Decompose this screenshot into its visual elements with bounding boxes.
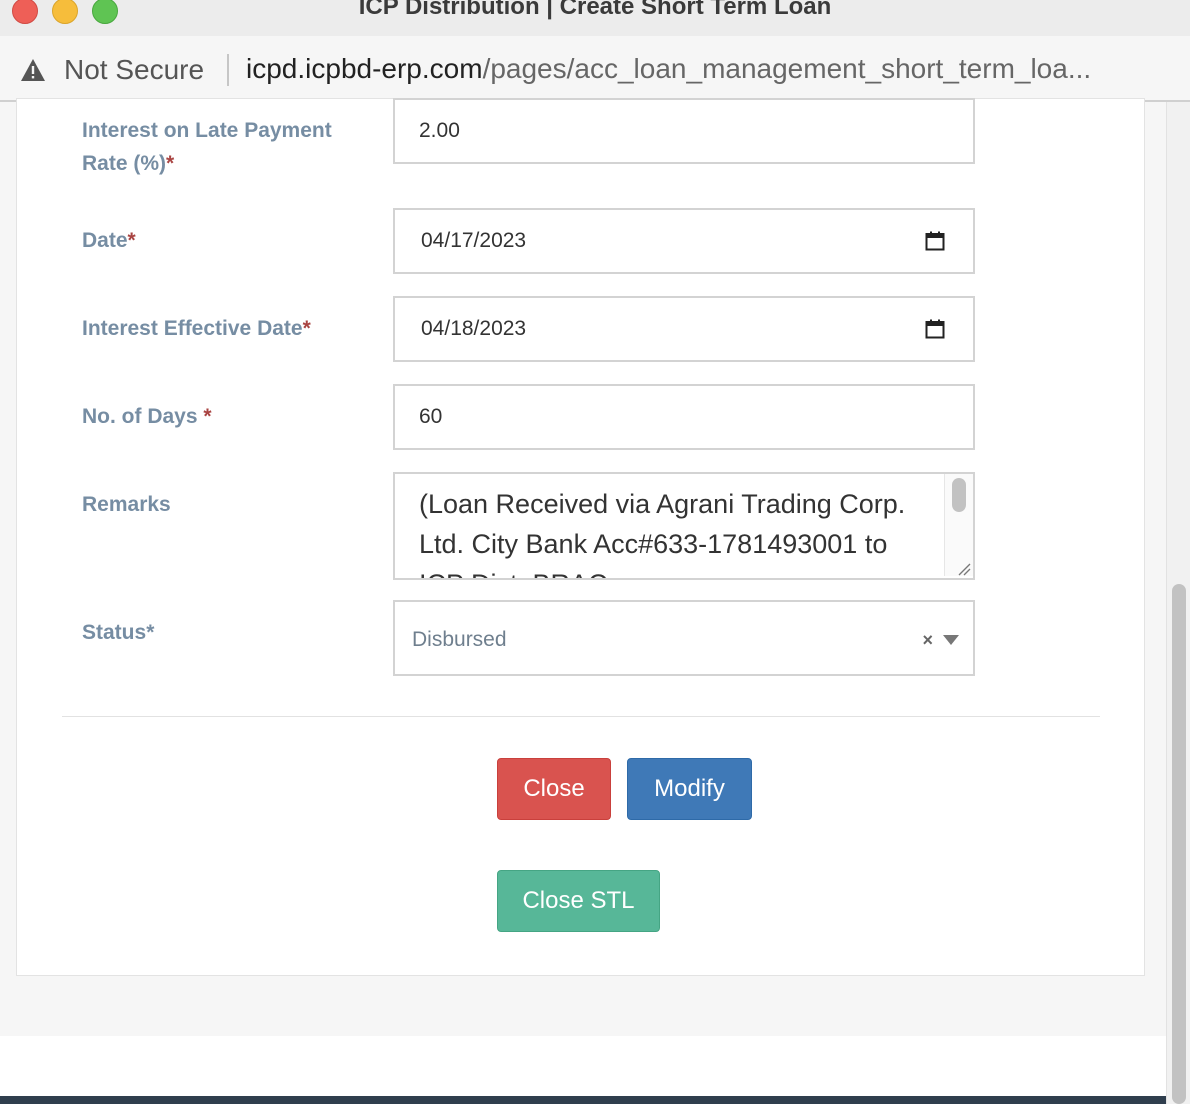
no-of-days-label: No. of Days * (82, 400, 212, 433)
warning-triangle-icon (21, 59, 45, 81)
url-text[interactable]: icpd.icpbd-erp.com/pages/acc_loan_manage… (246, 53, 1091, 85)
no-of-days-label-text: No. of Days (82, 405, 204, 428)
interest-effective-date-label: Interest Effective Date* (82, 312, 311, 345)
date-value: 04/17/2023 (421, 229, 527, 252)
modify-button[interactable]: Modify (627, 758, 752, 820)
form-divider (62, 716, 1100, 717)
status-label-text: Status (82, 621, 147, 644)
required-mark: * (203, 405, 212, 428)
late-payment-rate-label: Interest on Late Payment Rate (%)* (82, 114, 332, 180)
resize-grip-icon[interactable] (957, 562, 971, 576)
late-payment-rate-input[interactable]: 2.00 (393, 98, 975, 164)
footer-bar (0, 1096, 1166, 1104)
close-button[interactable]: Close (497, 758, 611, 820)
required-mark: * (302, 317, 311, 340)
chevron-down-icon[interactable] (943, 635, 959, 645)
status-select[interactable]: Disbursed × (393, 600, 975, 676)
calendar-icon[interactable] (925, 231, 945, 251)
remarks-scrollbar-thumb[interactable] (952, 478, 966, 512)
window-titlebar: ICP Distribution | Create Short Term Loa… (0, 0, 1190, 36)
clear-selection-icon[interactable]: × (922, 630, 933, 651)
late-payment-rate-value: 2.00 (419, 119, 460, 142)
page-scrollbar-thumb[interactable] (1172, 584, 1186, 1104)
remarks-label: Remarks (82, 493, 171, 516)
required-mark: * (146, 621, 155, 644)
address-separator (227, 54, 229, 86)
date-label-text: Date (82, 229, 128, 252)
calendar-icon[interactable] (925, 319, 945, 339)
no-of-days-value: 60 (419, 405, 443, 428)
status-label: Status* (82, 616, 154, 649)
remarks-scrollbar[interactable] (944, 474, 973, 576)
url-path: /pages/acc_loan_management_short_term_lo… (482, 53, 1092, 84)
required-mark: * (166, 152, 175, 175)
status-selected-value: Disbursed (412, 628, 507, 651)
remarks-textarea[interactable]: (Loan Received via Agrani Trading Corp. … (393, 472, 975, 580)
interest-effective-date-value: 04/18/2023 (421, 317, 527, 340)
page-footer (0, 1036, 1166, 1096)
no-of-days-input[interactable]: 60 (393, 384, 975, 450)
page-scrollbar[interactable] (1166, 102, 1190, 1104)
required-mark: * (127, 229, 136, 252)
interest-effective-date-input[interactable]: 04/18/2023 (393, 296, 975, 362)
date-label: Date* (82, 224, 136, 257)
interest-effective-date-label-text: Interest Effective Date (82, 317, 303, 340)
page-content: Interest on Late Payment Rate (%)* 2.00 … (0, 98, 1166, 1104)
late-payment-rate-label-line1: Interest on Late Payment (82, 119, 332, 142)
date-input[interactable]: 04/17/2023 (393, 208, 975, 274)
security-status[interactable]: Not Secure (64, 54, 204, 86)
url-host: icpd.icpbd-erp.com (246, 53, 483, 84)
close-stl-button[interactable]: Close STL (497, 870, 660, 932)
window-title: ICP Distribution | Create Short Term Loa… (358, 0, 832, 20)
address-bar[interactable]: Not Secure icpd.icpbd-erp.com/pages/acc_… (0, 36, 1190, 102)
remarks-value: (Loan Received via Agrani Trading Corp. … (419, 489, 906, 578)
late-payment-rate-label-line2: Rate (%) (82, 152, 167, 175)
